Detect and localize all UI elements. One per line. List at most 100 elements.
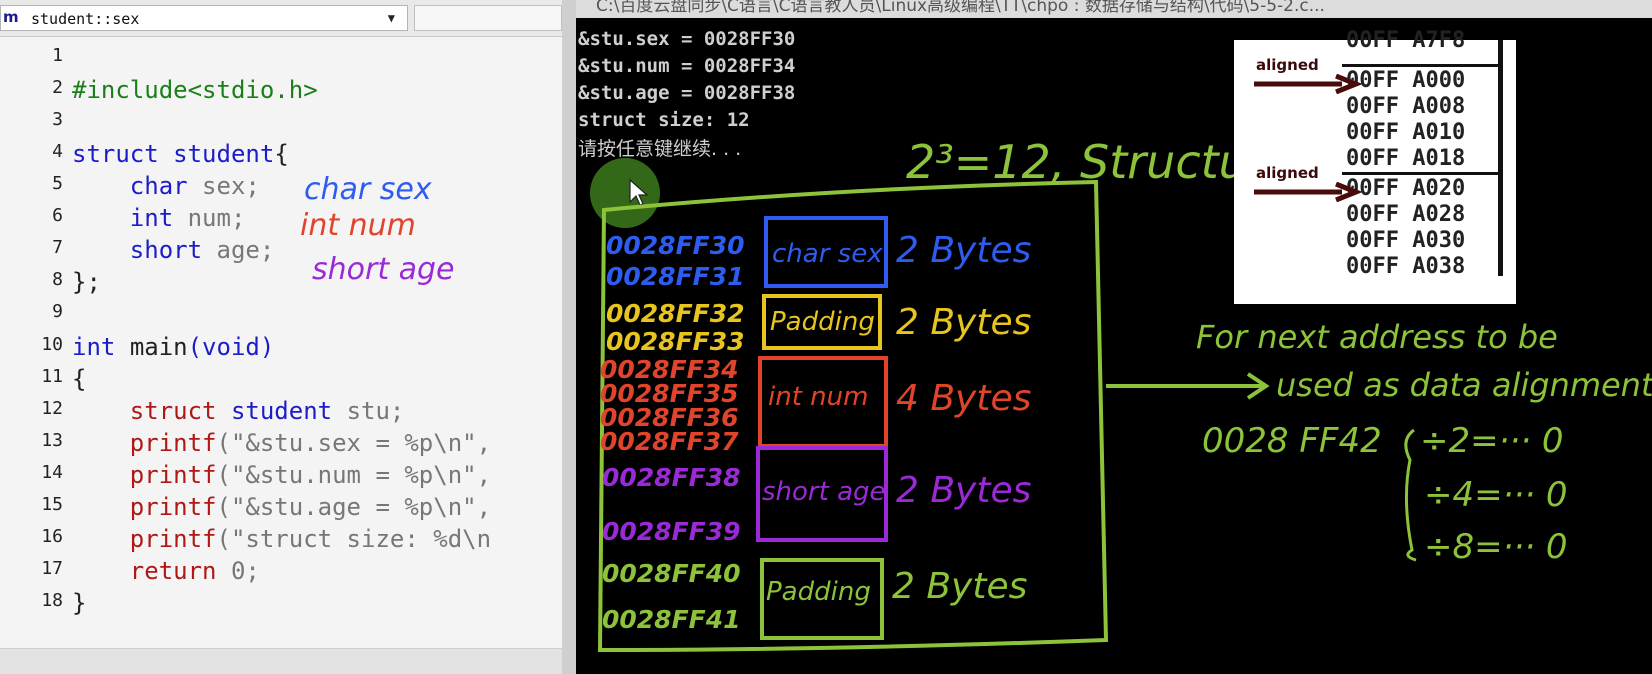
function-call: printf xyxy=(129,461,217,489)
keyword: char xyxy=(129,172,188,200)
line-number: 15 xyxy=(41,494,63,515)
keyword: int xyxy=(129,204,174,232)
note-line: For next address to be xyxy=(1196,318,1558,356)
code-line-17[interactable]: return 0; xyxy=(72,557,260,585)
line-number: 16 xyxy=(41,526,63,547)
code-line-5[interactable]: char sex; xyxy=(72,172,260,200)
string-literal: ("&stu.sex = %p\n", xyxy=(216,429,492,457)
line-number: 10 xyxy=(41,334,63,355)
return-value: 0; xyxy=(230,557,260,585)
line-number: 9 xyxy=(52,301,63,322)
code-line-16[interactable]: printf("struct size: %d\n xyxy=(72,525,491,553)
memory-address: 00FF A010 xyxy=(1346,120,1466,145)
memory-address: 00FF A038 xyxy=(1346,254,1466,279)
code-line-2[interactable]: #include<stdio.h> xyxy=(72,76,318,104)
size-label: 2 Bytes xyxy=(896,230,1031,271)
address-label: 0028FF32 xyxy=(606,299,745,328)
code-line-7[interactable]: short age; xyxy=(72,236,275,264)
line-number: 13 xyxy=(41,430,63,451)
line-number: 7 xyxy=(52,237,63,258)
line-number: 6 xyxy=(52,205,63,226)
line-number: 11 xyxy=(41,366,63,387)
address-label: 0028FF39 xyxy=(602,517,741,546)
chevron-down-icon[interactable]: ▼ xyxy=(388,11,395,25)
brace: } xyxy=(72,589,87,617)
string-literal: ("struct size: %d\n xyxy=(216,525,492,553)
identifier: stu; xyxy=(346,397,405,425)
box-label: char sex xyxy=(772,239,883,269)
code-line-6[interactable]: int num; xyxy=(72,204,246,232)
address-label: 0028FF37 xyxy=(600,427,739,456)
arrow-right-icon xyxy=(1254,182,1363,202)
memory-address: 00FF A018 xyxy=(1346,146,1466,171)
line-number: 14 xyxy=(41,462,63,483)
alignment-boundary xyxy=(1342,172,1502,175)
function-call: printf xyxy=(129,493,217,521)
arrow-icon xyxy=(1106,372,1270,400)
identifier: age; xyxy=(216,236,275,264)
line-number: 3 xyxy=(52,109,63,130)
memory-address: 00FF A028 xyxy=(1346,202,1466,227)
line-number: 8 xyxy=(52,269,63,290)
code-editor[interactable]: m student::sex ▼ 1 2 3 4 5 6 7 8 9 10 11… xyxy=(0,0,562,674)
line-number: 17 xyxy=(41,558,63,579)
function-dropdown[interactable] xyxy=(414,5,562,31)
keyword: struct xyxy=(129,397,217,425)
code-line-18[interactable]: } xyxy=(72,589,86,617)
include-directive: #include<stdio.h> xyxy=(72,76,318,104)
pane-divider[interactable] xyxy=(562,0,576,674)
code-line-14[interactable]: printf("&stu.num = %p\n", xyxy=(72,461,491,489)
memory-address: 00FF A030 xyxy=(1346,228,1466,253)
alignment-boundary xyxy=(1342,64,1502,67)
address-label: 0028FF30 xyxy=(606,231,745,260)
console-window[interactable]: C:\百度云盘同步\C语言\C语言教人员\Linux高级编程\TT\chpo :… xyxy=(576,0,1652,674)
code-line-15[interactable]: printf("&stu.age = %p\n", xyxy=(72,493,491,521)
box-label: Padding xyxy=(770,307,875,337)
address-label: 0028FF33 xyxy=(606,327,745,356)
function-call: printf xyxy=(129,525,217,553)
keyword: int xyxy=(72,333,116,361)
line-number: 2 xyxy=(52,77,63,98)
code-line-10[interactable]: int main(void) xyxy=(72,333,274,361)
code-line-4[interactable]: struct student{ xyxy=(72,140,289,168)
aligned-label: aligned xyxy=(1256,56,1319,74)
scope-dropdown[interactable]: m student::sex ▼ xyxy=(0,5,408,31)
brace: { xyxy=(274,140,289,168)
string-literal: ("&stu.age = %p\n", xyxy=(216,493,492,521)
line-number: 4 xyxy=(52,141,63,162)
next-address: 0028 FF42 xyxy=(1202,421,1382,461)
line-number: 18 xyxy=(41,590,63,611)
annotation-char-sex: char sex xyxy=(304,172,432,207)
editor-toolbar: m student::sex ▼ xyxy=(0,0,562,37)
address-label: 0028FF40 xyxy=(602,559,741,588)
box-label: int num xyxy=(768,382,868,412)
box-label: Padding xyxy=(766,577,871,607)
brace-icon xyxy=(1404,428,1417,562)
size-label: 4 Bytes xyxy=(896,378,1031,419)
size-label: 2 Bytes xyxy=(892,566,1027,607)
code-line-11[interactable]: { xyxy=(72,365,86,393)
member-icon: m xyxy=(3,8,19,26)
code-line-13[interactable]: printf("&stu.sex = %p\n", xyxy=(72,429,491,457)
line-number: 12 xyxy=(41,398,63,419)
division-line: ÷2=··· 0 xyxy=(1420,421,1563,461)
horizontal-scrollbar[interactable] xyxy=(0,648,562,674)
params: (void) xyxy=(187,333,275,361)
division-line: ÷8=··· 0 xyxy=(1424,527,1567,567)
note-line: used as data alignment xyxy=(1276,366,1652,404)
brace: }; xyxy=(72,268,101,296)
arrow-right-icon xyxy=(1254,74,1363,94)
size-label: 2 Bytes xyxy=(896,302,1031,343)
address-label: 0028FF41 xyxy=(602,605,741,634)
code-line-8[interactable]: }; xyxy=(72,268,101,296)
code-line-12[interactable]: struct student stu; xyxy=(72,397,405,425)
annotation-int-num: int num xyxy=(300,208,416,243)
identifier: sex; xyxy=(202,172,260,200)
string-literal: ("&stu.num = %p\n", xyxy=(216,461,492,489)
keyword: return xyxy=(129,557,217,585)
annotation-short-age: short age xyxy=(312,252,455,287)
box-label: short age xyxy=(762,477,886,507)
keyword: struct xyxy=(72,140,159,168)
memory-address: 00FF A7F8 xyxy=(1346,28,1466,53)
line-number: 5 xyxy=(52,173,63,194)
